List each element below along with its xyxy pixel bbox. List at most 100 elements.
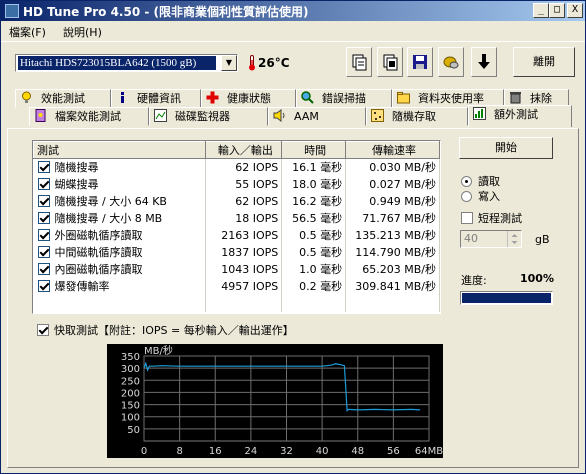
read-radio-dot[interactable] <box>461 176 472 187</box>
col-header-time[interactable]: 時間 <box>281 141 347 159</box>
erase-icon <box>510 92 521 104</box>
screenshot-button[interactable] <box>438 47 464 77</box>
short-test-box[interactable] <box>461 212 473 224</box>
copy-all-icon <box>383 54 398 71</box>
x-tick-label: 16 <box>209 446 222 457</box>
toolbar: Hitachi HDS723015BLA642 (1500 gB) ▼ 26°C <box>1 41 585 81</box>
write-radio-dot[interactable] <box>461 191 472 202</box>
tab-aam[interactable]: AAM <box>268 107 366 126</box>
tab-health[interactable]: 健康狀態 <box>201 89 296 108</box>
tab-disk-monitor[interactable]: 磁碟監視器 <box>149 107 268 126</box>
row-checkbox[interactable] <box>37 161 50 174</box>
tab-label: 健康狀態 <box>227 92 271 105</box>
table-row[interactable]: 內圈磁軌循序讀取 1043 IOPS 1.0 毫秒 65.203 MB/秒 <box>33 260 440 278</box>
test-name-cell: 內圈磁軌循序讀取 <box>33 260 207 278</box>
info-icon <box>121 92 124 103</box>
progress-label: 進度: <box>461 274 487 287</box>
test-name: 隨機搜尋 / 大小 8 MB <box>54 212 163 225</box>
read-radio[interactable]: 讀取 <box>461 173 571 189</box>
table-row[interactable]: 隨機搜尋 / 大小 64 KB 62 IOPS 16.2 毫秒 0.949 MB/秒 <box>33 192 440 210</box>
exit-button[interactable]: 離開 <box>513 47 575 77</box>
rate-cell: 0.949 MB/秒 <box>345 192 440 210</box>
start-button[interactable]: 開始 <box>459 137 553 159</box>
copy-all-button[interactable] <box>377 47 403 77</box>
row-checkbox[interactable] <box>37 178 50 190</box>
test-size-value: 40 <box>464 232 478 245</box>
close-button[interactable]: X <box>567 3 583 18</box>
col-header-rate[interactable]: 傳輸速率 <box>345 141 440 159</box>
col-header-io[interactable]: 輸入／輸出 <box>205 141 283 159</box>
app-icon <box>5 4 19 18</box>
row-checkbox[interactable] <box>37 229 50 241</box>
rate-cell: 0.027 MB/秒 <box>345 175 440 193</box>
progress-bar <box>460 291 553 305</box>
table-row[interactable]: 蝴蝶搜尋 55 IOPS 18.0 毫秒 0.027 MB/秒 <box>33 175 440 193</box>
tab-benchmark[interactable]: 效能測試 <box>15 89 111 108</box>
test-name: 隨機搜尋 <box>54 161 99 175</box>
y-tick-label: 100 <box>121 413 140 424</box>
chevron-down-icon[interactable]: ▼ <box>221 55 237 71</box>
monitor-icon <box>154 109 167 122</box>
io-cell: 62 IOPS <box>205 192 283 210</box>
tab-label: 磁碟監視器 <box>175 110 230 123</box>
tab-info[interactable]: 硬體資訊 <box>111 89 201 108</box>
test-name: 爆發傳輸率 <box>54 280 110 293</box>
io-cell: 2163 IOPS <box>205 226 283 244</box>
quick-test-checkbox[interactable]: 快取測試【附註：IOPS = 每秒輸入／輸出運作】 <box>37 322 294 338</box>
tab-file-benchmark[interactable]: 檔案效能測試 <box>29 107 149 126</box>
io-cell: 55 IOPS <box>205 175 283 193</box>
maximize-button[interactable]: □ <box>549 3 565 18</box>
save-icon <box>413 55 427 69</box>
rate-cell: 0.030 MB/秒 <box>345 158 440 176</box>
stepper-arrows-icon <box>511 234 518 244</box>
time-cell: 1.0 毫秒 <box>281 260 347 278</box>
menu-file[interactable]: 檔案(F) <box>9 24 46 40</box>
rate-cell: 114.790 MB/秒 <box>345 243 440 261</box>
save-button[interactable] <box>407 47 433 77</box>
test-name-cell: 爆發傳輸率 <box>33 277 207 295</box>
row-checkbox[interactable] <box>37 246 50 258</box>
test-name-cell: 中間磁軌循序讀取 <box>33 243 207 261</box>
y-tick-label: 150 <box>121 401 140 412</box>
minimize-button[interactable]: _ <box>533 3 549 18</box>
test-name-cell: 外圈磁軌循序讀取 <box>33 226 207 244</box>
copy-info-button[interactable] <box>346 47 372 77</box>
test-name-cell: 隨機搜尋 / 大小 64 KB <box>33 192 207 210</box>
table-row[interactable]: 隨機搜尋 62 IOPS 16.1 毫秒 0.030 MB/秒 <box>33 158 440 176</box>
tab-random-access[interactable]: 隨機存取 <box>366 107 468 126</box>
download-button[interactable] <box>471 47 497 77</box>
row-checkbox[interactable] <box>37 280 50 292</box>
tab-label: 硬體資訊 <box>137 92 181 105</box>
size-stepper[interactable] <box>507 231 521 247</box>
title-bar[interactable]: HD Tune Pro 4.50 - (限非商業個利性質評估使用) _ □ X <box>1 1 585 21</box>
table-row[interactable]: 爆發傳輸率 4957 IOPS 0.2 毫秒 309.841 MB/秒 <box>33 277 440 295</box>
test-name: 隨機搜尋 / 大小 64 KB <box>54 195 167 208</box>
rate-cell: 309.841 MB/秒 <box>345 277 440 295</box>
random-icon <box>371 109 384 122</box>
row-checkbox[interactable] <box>37 212 50 224</box>
y-axis-label: MB/秒 <box>144 344 173 357</box>
table-row[interactable]: 外圈磁軌循序讀取 2163 IOPS 0.5 毫秒 135.213 MB/秒 <box>33 226 440 244</box>
col-header-test[interactable]: 測試 <box>32 141 207 159</box>
row-checkbox[interactable] <box>37 195 50 207</box>
write-radio[interactable]: 寫入 <box>461 188 571 204</box>
quick-test-box[interactable] <box>37 324 49 336</box>
table-row[interactable]: 中間磁軌循序讀取 1837 IOPS 0.5 毫秒 114.790 MB/秒 <box>33 243 440 261</box>
rate-cell: 71.767 MB/秒 <box>345 209 440 227</box>
short-test-checkbox[interactable]: 短程測試 <box>461 210 571 226</box>
y-tick-label: 50 <box>127 425 140 436</box>
y-tick-label: 350 <box>121 352 140 363</box>
table-row[interactable]: 隨機搜尋 / 大小 8 MB 18 IOPS 56.5 毫秒 71.767 MB/秒 <box>33 209 440 227</box>
drive-select[interactable]: Hitachi HDS723015BLA642 (1500 gB) ▼ <box>15 54 238 72</box>
tab-extra-tests[interactable]: 額外測試 <box>468 105 572 127</box>
io-cell: 1837 IOPS <box>205 243 283 261</box>
results-table: 測試 輸入／輸出 時間 傳輸速率 隨機搜尋 62 IOPS 16.1 毫秒 0.030… <box>32 140 441 314</box>
rate-cell: 135.213 MB/秒 <box>345 226 440 244</box>
tab-error-scan[interactable]: 錯誤掃描 <box>296 89 392 108</box>
x-tick-label: 8 <box>176 446 182 457</box>
menu-help[interactable]: 說明(H) <box>63 24 102 40</box>
test-name-cell: 隨機搜尋 / 大小 8 MB <box>33 209 207 227</box>
test-size-input[interactable]: 40 <box>460 230 522 248</box>
row-checkbox[interactable] <box>37 263 50 275</box>
y-tick-label: 200 <box>121 388 140 399</box>
